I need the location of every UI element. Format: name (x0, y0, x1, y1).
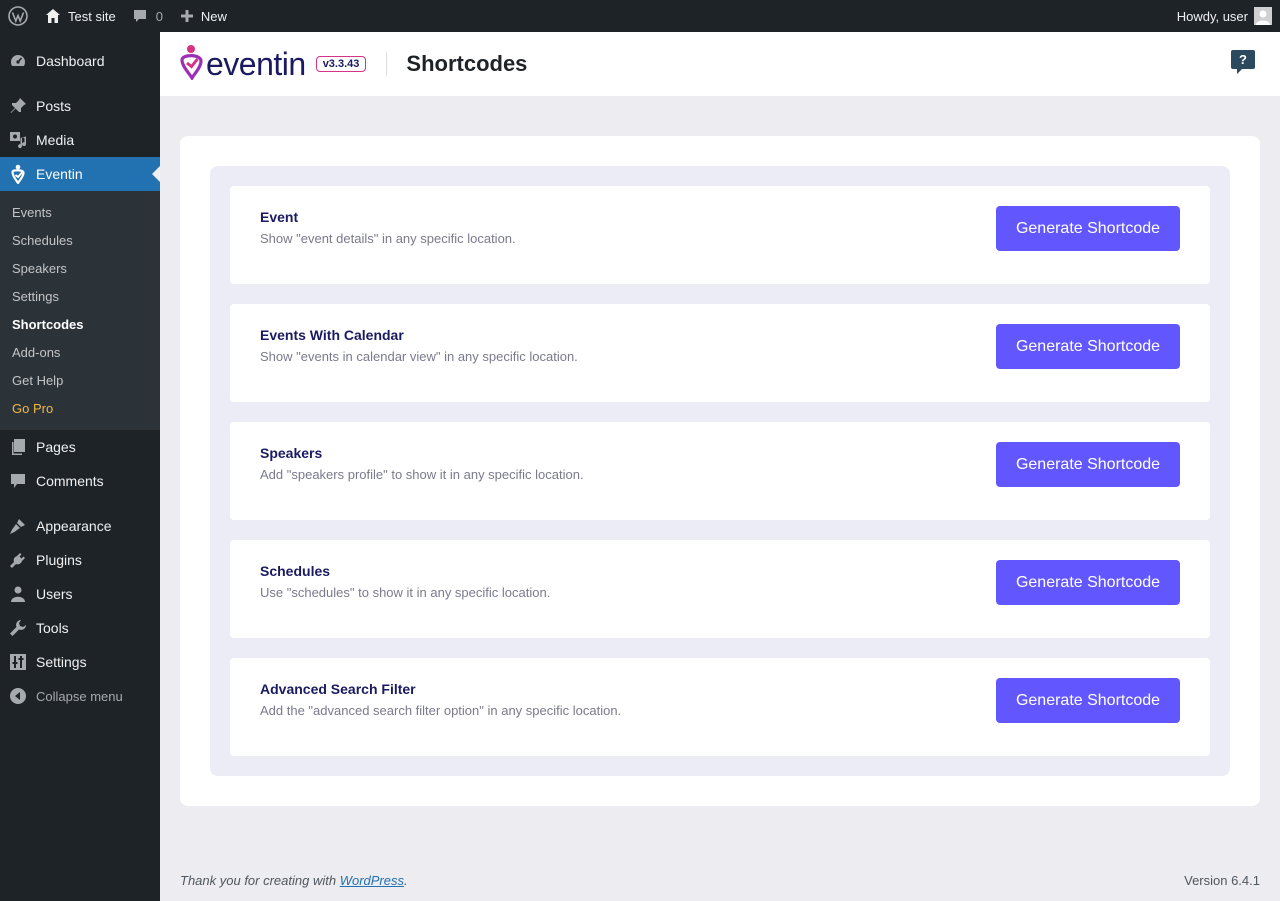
shortcode-card-events-calendar: Events With Calendar Show "events in cal… (230, 304, 1210, 402)
sidebar-item-users[interactable]: Users (0, 577, 160, 611)
dashboard-icon (8, 51, 28, 71)
shortcode-card-schedules: Schedules Use "schedules" to show it in … (230, 540, 1210, 638)
sidebar-item-label: Users (36, 586, 73, 602)
sidebar-item-dashboard[interactable]: Dashboard (0, 44, 160, 78)
wrench-icon (8, 618, 28, 638)
help-chat-button[interactable]: ? (1230, 49, 1256, 75)
shortcodes-panel: Event Show "event details" in any specif… (180, 136, 1260, 806)
footer-thanks-suffix: . (404, 873, 408, 888)
submenu-item-schedules[interactable]: Schedules (0, 226, 160, 254)
eventin-submenu: Events Schedules Speakers Settings Short… (0, 191, 160, 430)
user-icon (8, 584, 28, 604)
sidebar-item-plugins[interactable]: Plugins (0, 543, 160, 577)
comments-link[interactable]: 0 (124, 0, 171, 32)
new-label: New (200, 8, 227, 24)
collapse-arrow-icon (8, 686, 28, 706)
submenu-item-shortcodes[interactable]: Shortcodes (0, 310, 160, 338)
sidebar-item-label: Dashboard (36, 53, 105, 69)
pages-icon (8, 437, 28, 457)
brush-icon (8, 516, 28, 536)
media-icon (8, 130, 28, 150)
submenu-item-events[interactable]: Events (0, 198, 160, 226)
wordpress-logo-icon[interactable] (0, 0, 36, 32)
admin-bar: Test site 0 New Howdy, user (0, 0, 1280, 32)
settings-icon (8, 652, 28, 672)
submenu-item-speakers[interactable]: Speakers (0, 254, 160, 282)
admin-footer: Thank you for creating with WordPress. V… (180, 873, 1260, 888)
sidebar-item-label: Media (36, 132, 75, 148)
home-icon (44, 7, 62, 25)
svg-text:?: ? (1239, 52, 1247, 67)
submenu-item-addons[interactable]: Add-ons (0, 338, 160, 366)
comment-bubble-icon (132, 8, 148, 24)
plus-icon (179, 8, 195, 24)
help-question-icon: ? (1230, 50, 1256, 79)
eventin-logo: eventin (180, 44, 306, 85)
sidebar-item-label: Pages (36, 439, 76, 455)
new-content-link[interactable]: New (171, 0, 235, 32)
submenu-item-go-pro[interactable]: Go Pro (0, 394, 160, 422)
footer-thanks: Thank you for creating with WordPress. (180, 873, 408, 888)
wordpress-link[interactable]: WordPress (340, 873, 404, 888)
sidebar-item-pages[interactable]: Pages (0, 430, 160, 464)
sidebar-item-media[interactable]: Media (0, 123, 160, 157)
sidebar-item-posts[interactable]: Posts (0, 89, 160, 123)
shortcodes-list: Event Show "event details" in any specif… (210, 166, 1230, 776)
sidebar-item-label: Plugins (36, 552, 82, 568)
shortcode-card-advanced-search: Advanced Search Filter Add the "advanced… (230, 658, 1210, 756)
eventin-icon (8, 164, 28, 184)
eventin-logo-icon (180, 44, 204, 85)
my-account-link[interactable]: Howdy, user (1169, 0, 1280, 32)
collapse-menu-label: Collapse menu (36, 688, 123, 704)
sidebar-item-label: Settings (36, 654, 87, 670)
submenu-item-settings[interactable]: Settings (0, 282, 160, 310)
sidebar-item-label: Eventin (36, 166, 83, 182)
generate-shortcode-button-speakers[interactable]: Generate Shortcode (996, 442, 1180, 487)
howdy-text: Howdy, user (1176, 8, 1248, 24)
sidebar-item-tools[interactable]: Tools (0, 611, 160, 645)
footer-version: Version 6.4.1 (1184, 873, 1260, 888)
page-title: Shortcodes (406, 51, 528, 76)
site-name-link[interactable]: Test site (36, 0, 124, 32)
collapse-menu-button[interactable]: Collapse menu (0, 679, 160, 713)
logo-text: eventin (206, 46, 306, 82)
generate-shortcode-button-schedules[interactable]: Generate Shortcode (996, 560, 1180, 605)
site-name: Test site (68, 8, 116, 24)
admin-sidebar: Dashboard Posts Media Eventin Events Sch… (0, 32, 160, 901)
plugin-header: eventin v3.3.43 Shortcodes ? (160, 32, 1280, 96)
sidebar-item-settings[interactable]: Settings (0, 645, 160, 679)
shortcode-card-speakers: Speakers Add "speakers profile" to show … (230, 422, 1210, 520)
comments-count: 0 (155, 8, 163, 24)
comment-icon (8, 471, 28, 491)
plugin-icon (8, 550, 28, 570)
avatar (1254, 7, 1272, 25)
generate-shortcode-button-event[interactable]: Generate Shortcode (996, 206, 1180, 251)
sidebar-item-appearance[interactable]: Appearance (0, 509, 160, 543)
sidebar-item-label: Posts (36, 98, 72, 114)
sidebar-item-label: Comments (36, 473, 104, 489)
generate-shortcode-button-advanced-search[interactable]: Generate Shortcode (996, 678, 1180, 723)
shortcode-card-event: Event Show "event details" in any specif… (230, 186, 1210, 284)
header-divider (386, 52, 388, 76)
pin-icon (8, 96, 28, 116)
sidebar-item-comments[interactable]: Comments (0, 464, 160, 498)
submenu-item-get-help[interactable]: Get Help (0, 366, 160, 394)
generate-shortcode-button-events-calendar[interactable]: Generate Shortcode (996, 324, 1180, 369)
sidebar-item-label: Tools (36, 620, 69, 636)
version-badge: v3.3.43 (315, 56, 367, 72)
sidebar-item-label: Appearance (36, 518, 112, 534)
main-content: eventin v3.3.43 Shortcodes ? Event Show … (160, 32, 1280, 901)
sidebar-item-eventin[interactable]: Eventin (0, 157, 160, 191)
footer-thanks-prefix: Thank you for creating with (180, 873, 340, 888)
